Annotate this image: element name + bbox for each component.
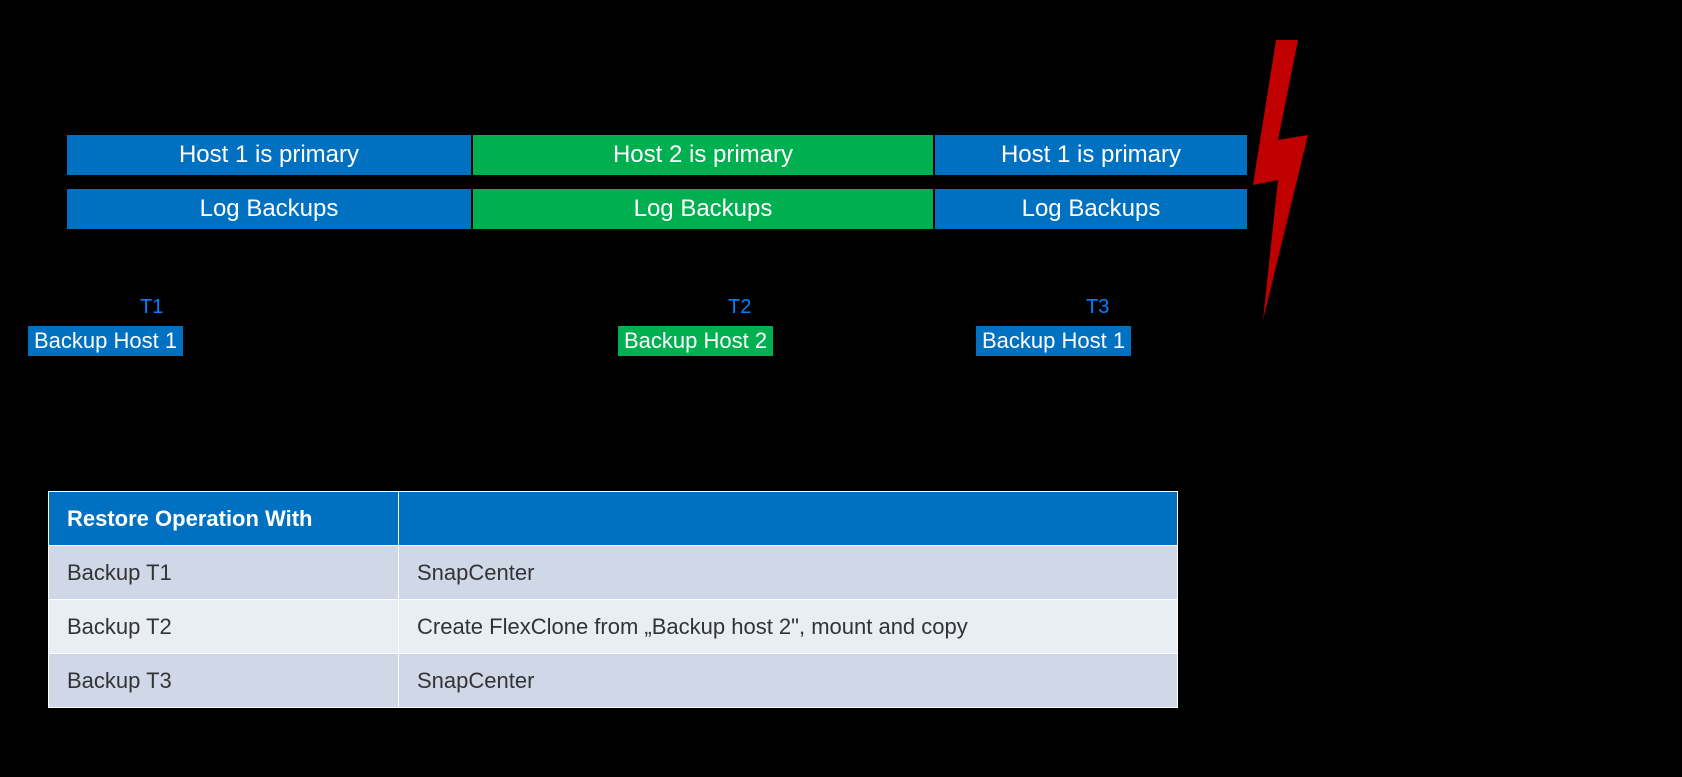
table-row: Backup T3 SnapCenter — [49, 654, 1178, 708]
backup-host2-label: Backup Host 2 — [618, 326, 773, 356]
timeline-host2-primary: Host 2 is primary — [472, 134, 934, 176]
table-cell: Backup T3 — [49, 654, 399, 708]
table-cell: Backup T1 — [49, 546, 399, 600]
timeline-host1-primary-2: Host 1 is primary — [934, 134, 1248, 176]
table-cell: SnapCenter — [399, 546, 1178, 600]
timeline-logbackups-2: Log Backups — [472, 188, 934, 230]
table-cell: Create FlexClone from „Backup host 2", m… — [399, 600, 1178, 654]
timeline-logbackups-3: Log Backups — [934, 188, 1248, 230]
backup-host1-label-1: Backup Host 1 — [28, 326, 183, 356]
table-cell: SnapCenter — [399, 654, 1178, 708]
table-row: Backup T2 Create FlexClone from „Backup … — [49, 600, 1178, 654]
time-marker-t1: T1 — [140, 296, 163, 319]
table-row: Backup T1 SnapCenter — [49, 546, 1178, 600]
table-header-row: Restore Operation With — [49, 492, 1178, 546]
time-marker-t2: T2 — [728, 296, 751, 319]
lightning-icon — [1248, 40, 1318, 320]
timeline-logbackups-1: Log Backups — [66, 188, 472, 230]
time-marker-t3: T3 — [1086, 296, 1109, 319]
timeline-host1-primary-1: Host 1 is primary — [66, 134, 472, 176]
table-cell: Backup T2 — [49, 600, 399, 654]
restore-table: Restore Operation With Backup T1 SnapCen… — [48, 491, 1178, 708]
table-header-2 — [399, 492, 1178, 546]
backup-host1-label-2: Backup Host 1 — [976, 326, 1131, 356]
table-header-1: Restore Operation With — [49, 492, 399, 546]
